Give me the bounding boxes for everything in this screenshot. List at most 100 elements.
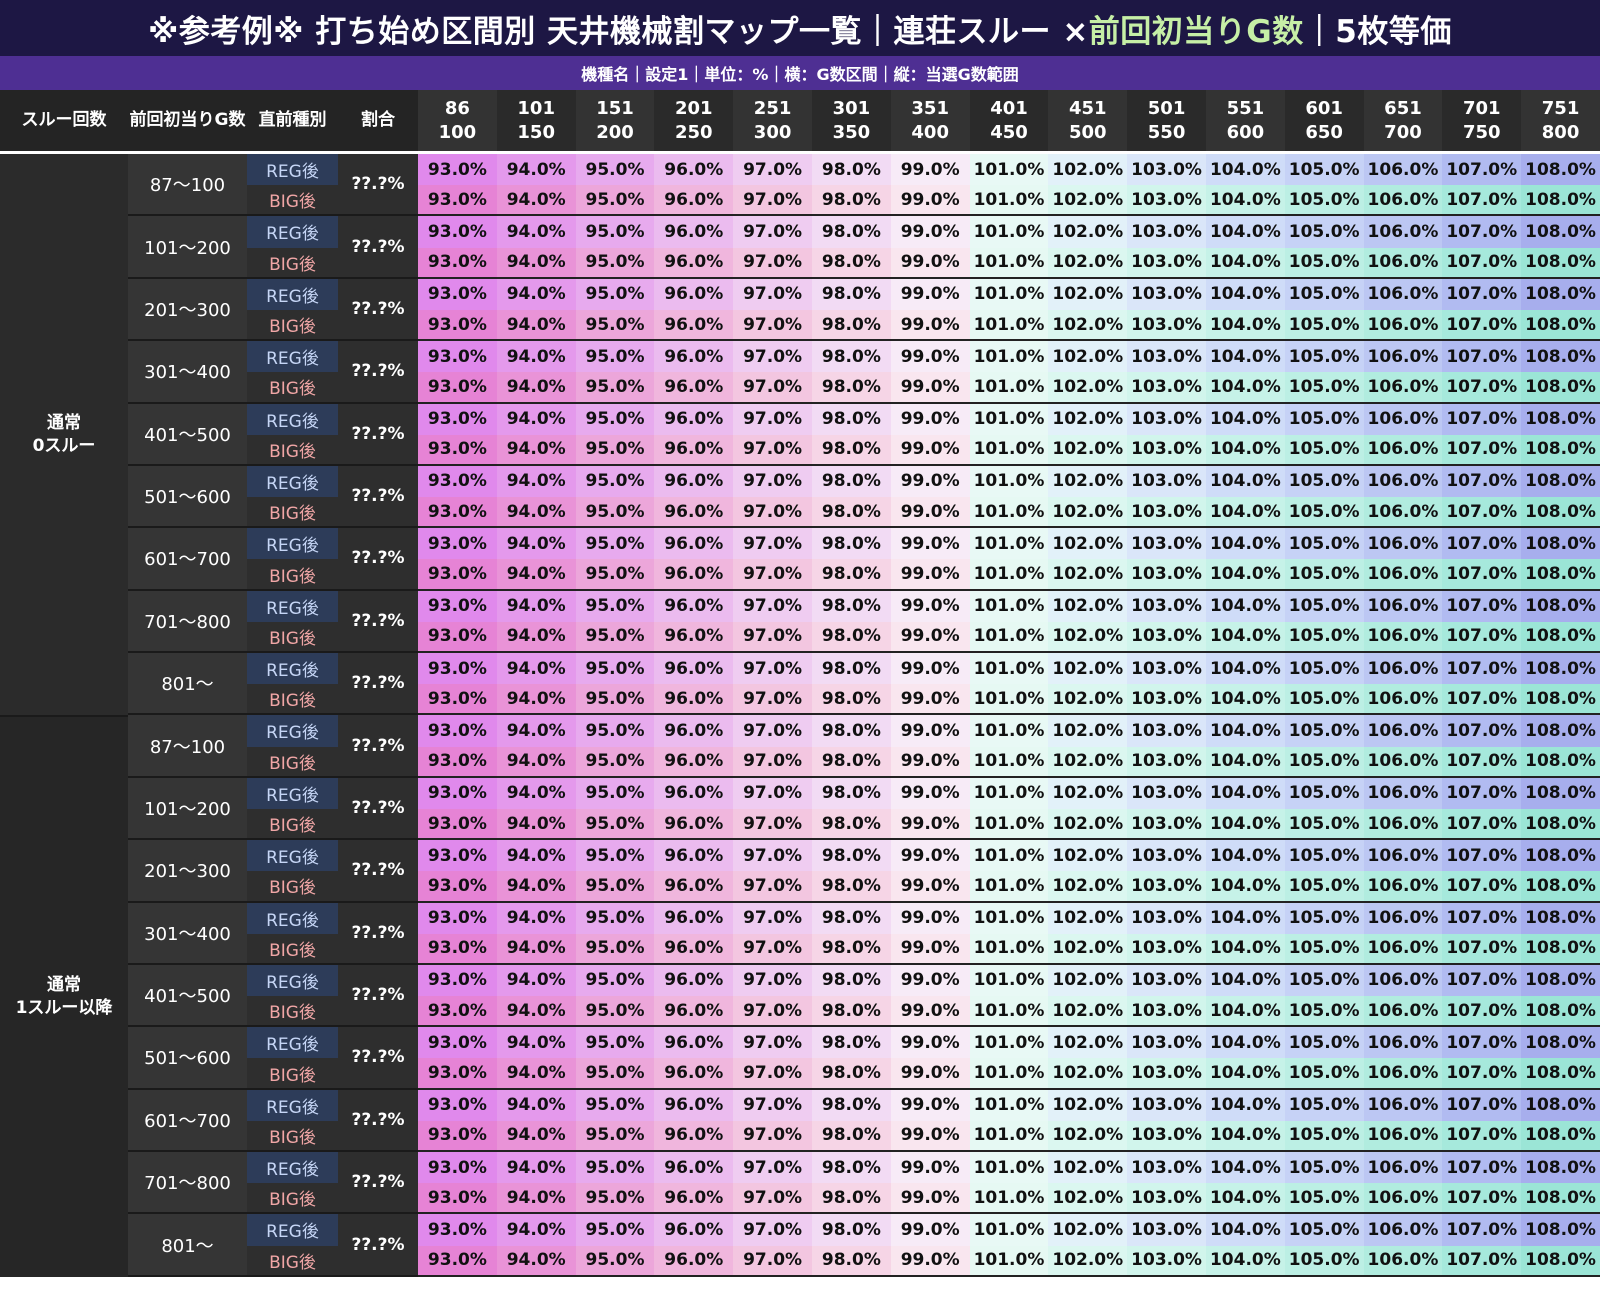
- rate-cell-big: 95.0%: [575, 746, 655, 778]
- ratio-value: ??.?%: [351, 361, 405, 382]
- rate-cell-big: 99.0%: [890, 871, 970, 903]
- rate-value: 108.0%: [1525, 1095, 1596, 1116]
- rate-cell-big: 94.0%: [496, 1183, 576, 1215]
- rate-value: 105.0%: [1288, 314, 1360, 335]
- rate-cell-reg: 106.0%: [1363, 341, 1443, 373]
- rate-value: 99.0%: [900, 376, 960, 397]
- rate-cell-reg: 101.0%: [969, 216, 1049, 248]
- rate-cell-big: 99.0%: [890, 1058, 970, 1090]
- rate-value: 98.0%: [821, 284, 881, 305]
- ratio-value: ??.?%: [351, 548, 405, 569]
- rate-value: 101.0%: [973, 626, 1045, 647]
- rate-value: 101.0%: [973, 596, 1045, 617]
- last-type-big: BIG後: [247, 621, 338, 653]
- rate-value: 97.0%: [743, 1125, 803, 1146]
- rate-value: 99.0%: [900, 314, 960, 335]
- rate-cell-reg: 102.0%: [1048, 341, 1128, 373]
- rate-value: 104.0%: [1209, 533, 1281, 554]
- rate-cell-big: 96.0%: [654, 621, 734, 653]
- rate-cell-reg: 94.0%: [496, 1214, 576, 1246]
- last-type-reg: REG後: [247, 278, 338, 310]
- rate-value: 101.0%: [973, 1250, 1045, 1271]
- rate-value: 94.0%: [506, 439, 566, 460]
- prev-hit-bucket-label: 701〜800: [144, 611, 231, 633]
- rate-cell-big: 103.0%: [1127, 684, 1206, 716]
- rate-value: 107.0%: [1446, 564, 1518, 585]
- rate-cell-big: 95.0%: [575, 497, 655, 529]
- rate-value: 98.0%: [821, 501, 881, 522]
- rate-cell-reg: 96.0%: [654, 1027, 734, 1059]
- prev-hit-bucket: 87〜100: [128, 154, 247, 217]
- rate-cell-big: 93.0%: [418, 933, 497, 965]
- last-type-reg: REG後: [247, 777, 338, 809]
- rate-value: 108.0%: [1525, 658, 1596, 679]
- rate-value: 96.0%: [664, 314, 724, 335]
- rate-cell-big: 107.0%: [1442, 808, 1522, 841]
- rate-cell-reg: 105.0%: [1284, 216, 1364, 248]
- rate-cell-big: 101.0%: [969, 247, 1049, 279]
- rate-value: 93.0%: [427, 688, 487, 709]
- rate-value: 99.0%: [900, 284, 960, 305]
- rate-value: 101.0%: [973, 1095, 1045, 1116]
- rate-value: 108.0%: [1525, 1000, 1596, 1021]
- rate-value: 104.0%: [1209, 1032, 1281, 1053]
- rate-value: 107.0%: [1446, 1095, 1518, 1116]
- rate-value: 98.0%: [821, 813, 881, 834]
- rate-cell-big: 108.0%: [1521, 559, 1600, 591]
- rate-cell-big: 106.0%: [1363, 559, 1443, 591]
- rate-value: 105.0%: [1288, 908, 1360, 929]
- rate-value: 105.0%: [1288, 688, 1360, 709]
- rate-cell-reg: 106.0%: [1363, 902, 1443, 934]
- rate-value: 108.0%: [1525, 252, 1596, 273]
- rate-cell-big: 106.0%: [1363, 1058, 1443, 1090]
- rate-value: 95.0%: [585, 626, 645, 647]
- rate-value: 99.0%: [900, 439, 960, 460]
- rate-cell-big: 108.0%: [1521, 1120, 1600, 1152]
- rate-cell-reg: 95.0%: [575, 590, 655, 622]
- rate-value: 107.0%: [1446, 533, 1518, 554]
- rate-value: 99.0%: [900, 221, 960, 242]
- rate-cell-big: 93.0%: [418, 1245, 497, 1277]
- rate-cell-big: 99.0%: [890, 497, 970, 529]
- rate-value: 106.0%: [1367, 1095, 1439, 1116]
- rate-value: 96.0%: [664, 564, 724, 585]
- rate-value: 104.0%: [1209, 751, 1281, 772]
- through-group-line2: 1スルー以降: [15, 998, 113, 1019]
- rate-value: 98.0%: [821, 908, 881, 929]
- header-ratio-label: 割合: [361, 109, 395, 130]
- rate-value: 98.0%: [821, 1187, 881, 1208]
- rate-value: 99.0%: [900, 783, 960, 804]
- ratio-cell: ??.?%: [338, 1089, 418, 1152]
- rate-cell-big: 94.0%: [496, 559, 576, 591]
- rate-cell-big: 98.0%: [811, 621, 891, 653]
- rate-cell-big: 104.0%: [1205, 996, 1285, 1028]
- rate-cell-big: 103.0%: [1127, 871, 1206, 903]
- rate-value: 101.0%: [973, 284, 1045, 305]
- rate-cell-reg: 107.0%: [1442, 528, 1522, 560]
- prev-hit-bucket: 801〜: [128, 653, 247, 716]
- header-prev-hit-games: 前回 初当りG数: [128, 90, 247, 154]
- rate-value: 99.0%: [900, 1125, 960, 1146]
- through-group-label: 通常 0スルー: [33, 412, 96, 458]
- rate-cell-reg: 95.0%: [575, 964, 655, 997]
- rate-cell-reg: 106.0%: [1363, 840, 1443, 872]
- header-range-1: 101 150: [496, 90, 576, 154]
- header-range-start: 601: [1305, 97, 1343, 119]
- rate-value: 98.0%: [821, 1219, 881, 1240]
- rate-value: 94.0%: [506, 1095, 566, 1116]
- prev-hit-bucket: 101〜200: [128, 777, 247, 841]
- rate-value: 102.0%: [1052, 159, 1124, 180]
- rate-value: 106.0%: [1367, 875, 1439, 896]
- rate-cell-big: 107.0%: [1442, 497, 1522, 529]
- header-range-end: 400: [911, 122, 949, 144]
- header-range-3: 201 250: [654, 90, 734, 154]
- rate-value: 108.0%: [1525, 938, 1596, 959]
- rate-value: 97.0%: [743, 1000, 803, 1021]
- rate-cell-reg: 94.0%: [496, 840, 576, 872]
- rate-cell-reg: 93.0%: [418, 902, 497, 934]
- rate-cell-big: 108.0%: [1521, 684, 1600, 716]
- rate-value: 102.0%: [1052, 564, 1124, 585]
- rate-cell-reg: 93.0%: [418, 1152, 497, 1184]
- rate-value: 102.0%: [1052, 533, 1124, 554]
- rate-cell-reg: 106.0%: [1363, 278, 1443, 310]
